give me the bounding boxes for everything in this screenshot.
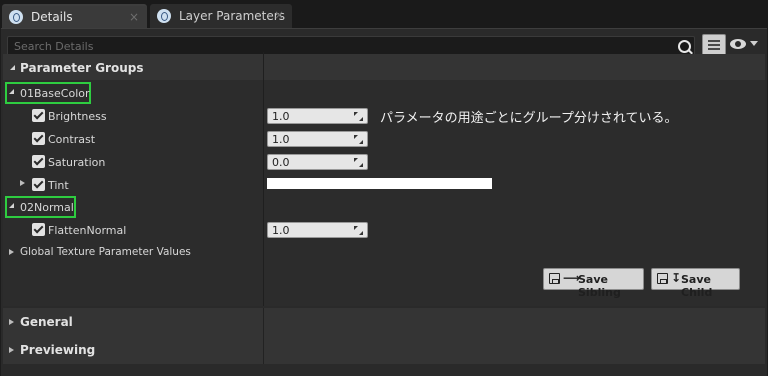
- search-placeholder: Search Details: [14, 40, 94, 53]
- tab-bar: Details × Layer Parameters ×: [0, 0, 768, 28]
- checkbox-brightness[interactable]: [32, 109, 45, 122]
- expand-arrow-icon: [9, 347, 14, 353]
- button-label: Save Sibling: [578, 273, 621, 299]
- close-icon[interactable]: ×: [274, 8, 284, 22]
- saturation-value-field[interactable]: 0.0: [267, 154, 368, 170]
- search-input[interactable]: Search Details: [7, 36, 695, 56]
- contrast-value-field[interactable]: 1.0: [267, 131, 368, 147]
- category-previewing[interactable]: Previewing: [3, 336, 765, 364]
- group-name-02normal[interactable]: 02Normal: [20, 201, 74, 214]
- param-label-saturation: Saturation: [48, 156, 106, 169]
- save-sibling-button[interactable]: ⟶ Save Sibling: [543, 268, 644, 299]
- details-icon: [157, 9, 171, 23]
- search-icon[interactable]: [678, 40, 691, 53]
- expand-arrow-icon[interactable]: [20, 180, 25, 186]
- save-icon: [657, 273, 668, 284]
- list-icon-line: [708, 40, 720, 42]
- column-divider[interactable]: [263, 52, 264, 306]
- group-name-01basecolor[interactable]: 01BaseColor: [20, 87, 90, 100]
- annotation-note: パラメータの用途ごとにグループ分けされている。: [380, 111, 678, 126]
- drag-grip-icon[interactable]: [354, 158, 363, 167]
- param-label-contrast: Contrast: [48, 133, 96, 146]
- global-texture-parameter-values[interactable]: Global Texture Parameter Values: [20, 246, 191, 258]
- expand-arrow-icon: [10, 65, 15, 70]
- drag-grip-icon[interactable]: [354, 112, 363, 121]
- tab-label: Details: [31, 10, 73, 24]
- field-value: 1.0: [272, 110, 290, 123]
- tab-details[interactable]: Details ×: [2, 4, 147, 28]
- list-icon-line: [708, 44, 720, 46]
- checkbox-saturation[interactable]: [32, 155, 45, 168]
- expand-arrow-icon[interactable]: [9, 203, 14, 208]
- close-icon[interactable]: ×: [129, 10, 139, 24]
- save-child-button[interactable]: ↧ Save Child: [651, 268, 740, 299]
- param-label-tint: Tint: [48, 179, 69, 192]
- tab-layer-parameters[interactable]: Layer Parameters ×: [150, 4, 292, 28]
- button-label: Save Child: [681, 273, 713, 299]
- expand-arrow-icon: [9, 319, 14, 325]
- flattennormal-value-field[interactable]: 1.0: [267, 222, 368, 238]
- drag-grip-icon[interactable]: [354, 135, 363, 144]
- details-icon: [9, 10, 23, 24]
- tint-color-swatch[interactable]: [267, 178, 492, 189]
- expand-arrow-icon[interactable]: [9, 249, 14, 255]
- list-icon-line: [708, 48, 720, 50]
- param-label-brightness: Brightness: [48, 110, 107, 123]
- brightness-value-field[interactable]: 1.0: [267, 108, 368, 124]
- checkbox-tint[interactable]: [32, 178, 45, 191]
- checkbox-flattennormal[interactable]: [32, 223, 45, 236]
- tab-label: Layer Parameters: [179, 9, 285, 23]
- category-label: General: [20, 315, 73, 329]
- save-icon: [549, 273, 560, 284]
- checkbox-contrast[interactable]: [32, 132, 45, 145]
- field-value: 1.0: [272, 133, 290, 146]
- param-label-flattennormal: FlattenNormal: [48, 224, 127, 237]
- expand-arrow-icon[interactable]: [9, 89, 14, 94]
- field-value: 1.0: [272, 224, 290, 237]
- arrow-down-icon: ↧: [671, 271, 682, 285]
- field-value: 0.0: [272, 156, 290, 169]
- category-label: Previewing: [20, 343, 96, 357]
- category-label: Parameter Groups: [20, 61, 144, 75]
- chevron-down-icon[interactable]: [750, 41, 758, 46]
- category-general[interactable]: General: [3, 308, 765, 336]
- drag-grip-icon[interactable]: [354, 226, 363, 235]
- property-matrix-button[interactable]: [702, 34, 726, 56]
- category-parameter-groups[interactable]: Parameter Groups: [3, 54, 765, 82]
- eye-icon[interactable]: [730, 37, 750, 51]
